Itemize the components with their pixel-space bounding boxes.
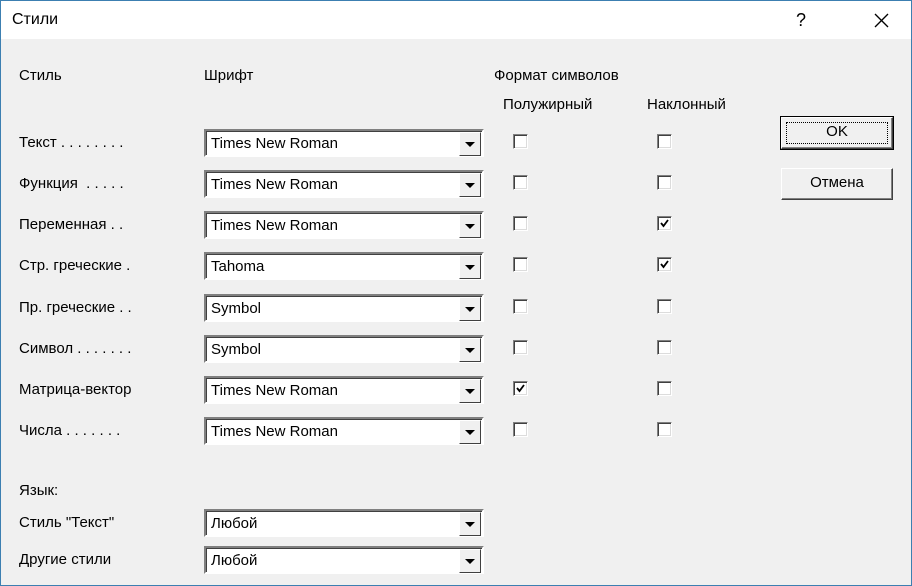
font-select[interactable]: Symbol xyxy=(204,294,484,322)
font-select-value: Symbol xyxy=(211,300,262,317)
style-label: Символ . . . . . . . xyxy=(19,340,132,357)
style-label: Функция . . . . . xyxy=(19,175,124,192)
style-column-header: Стиль xyxy=(19,67,62,84)
style-label: Текст . . . . . . . . xyxy=(19,134,124,151)
italic-checkbox[interactable] xyxy=(657,422,672,437)
dialog-title: Стили xyxy=(12,11,59,28)
chevron-down-icon xyxy=(465,389,475,394)
language-select-value: Любой xyxy=(211,552,258,569)
dropdown-button[interactable] xyxy=(459,549,481,573)
chevron-down-icon xyxy=(465,559,475,564)
close-icon xyxy=(874,13,889,28)
dropdown-button[interactable] xyxy=(459,297,481,321)
dropdown-button[interactable] xyxy=(459,214,481,238)
italic-checkbox[interactable] xyxy=(657,340,672,355)
font-select-value: Times New Roman xyxy=(211,423,338,440)
font-select-value: Times New Roman xyxy=(211,217,338,234)
char-format-header: Формат символов xyxy=(494,67,619,84)
font-select-value: Tahoma xyxy=(211,258,265,275)
font-select-value: Times New Roman xyxy=(211,135,338,152)
bold-checkbox[interactable] xyxy=(513,134,528,149)
dropdown-button[interactable] xyxy=(459,512,481,536)
font-select-value: Times New Roman xyxy=(211,176,338,193)
checkmark-icon xyxy=(660,219,669,228)
close-button[interactable] xyxy=(863,6,899,34)
cancel-button-label: Отмена xyxy=(810,174,864,191)
help-button[interactable]: ? xyxy=(786,6,816,34)
styles-dialog: Стили ? Стиль Шрифт Формат символов Полу… xyxy=(0,0,912,586)
font-select[interactable]: Tahoma xyxy=(204,252,484,280)
italic-checkbox[interactable] xyxy=(657,299,672,314)
italic-checkbox[interactable] xyxy=(657,134,672,149)
language-select-value: Любой xyxy=(211,515,258,532)
font-select-value: Times New Roman xyxy=(211,382,338,399)
style-label: Матрица-вектор xyxy=(19,381,132,398)
font-select[interactable]: Symbol xyxy=(204,335,484,363)
language-heading: Язык: xyxy=(19,482,59,499)
style-label: Пр. греческие . . xyxy=(19,299,132,316)
chevron-down-icon xyxy=(465,183,475,188)
ok-button[interactable]: OK xyxy=(780,116,894,150)
dropdown-button[interactable] xyxy=(459,132,481,156)
language-label: Другие стили xyxy=(19,551,112,568)
chevron-down-icon xyxy=(465,224,475,229)
bold-checkbox[interactable] xyxy=(513,216,528,231)
italic-checkbox[interactable] xyxy=(657,381,672,396)
font-select[interactable]: Times New Roman xyxy=(204,170,484,198)
dropdown-button[interactable] xyxy=(459,173,481,197)
chevron-down-icon xyxy=(465,522,475,527)
cancel-button[interactable]: Отмена xyxy=(781,168,893,200)
italic-column-header: Наклонный xyxy=(647,96,726,113)
dropdown-button[interactable] xyxy=(459,255,481,279)
language-select[interactable]: Любой xyxy=(204,509,484,537)
style-label: Переменная . . xyxy=(19,216,124,233)
style-label: Стр. греческие . xyxy=(19,257,131,274)
italic-checkbox[interactable] xyxy=(657,257,672,272)
font-select[interactable]: Times New Roman xyxy=(204,129,484,157)
dropdown-button[interactable] xyxy=(459,379,481,403)
bold-checkbox[interactable] xyxy=(513,257,528,272)
checkmark-icon xyxy=(516,384,525,393)
font-select[interactable]: Times New Roman xyxy=(204,211,484,239)
bold-checkbox[interactable] xyxy=(513,340,528,355)
title-bar: Стили ? xyxy=(1,1,911,39)
bold-checkbox[interactable] xyxy=(513,299,528,314)
italic-checkbox[interactable] xyxy=(657,216,672,231)
font-select[interactable]: Times New Roman xyxy=(204,376,484,404)
italic-checkbox[interactable] xyxy=(657,175,672,190)
bold-checkbox[interactable] xyxy=(513,175,528,190)
dropdown-button[interactable] xyxy=(459,420,481,444)
language-select[interactable]: Любой xyxy=(204,546,484,574)
chevron-down-icon xyxy=(465,265,475,270)
chevron-down-icon xyxy=(465,142,475,147)
focus-rect xyxy=(786,122,888,144)
bold-checkbox[interactable] xyxy=(513,381,528,396)
bold-column-header: Полужирный xyxy=(503,96,593,113)
font-column-header: Шрифт xyxy=(204,67,254,84)
chevron-down-icon xyxy=(465,348,475,353)
font-select[interactable]: Times New Roman xyxy=(204,417,484,445)
chevron-down-icon xyxy=(465,430,475,435)
dropdown-button[interactable] xyxy=(459,338,481,362)
bold-checkbox[interactable] xyxy=(513,422,528,437)
style-label: Числа . . . . . . . xyxy=(19,422,121,439)
language-label: Стиль "Текст" xyxy=(19,514,115,531)
checkmark-icon xyxy=(660,260,669,269)
chevron-down-icon xyxy=(465,307,475,312)
font-select-value: Symbol xyxy=(211,341,262,358)
